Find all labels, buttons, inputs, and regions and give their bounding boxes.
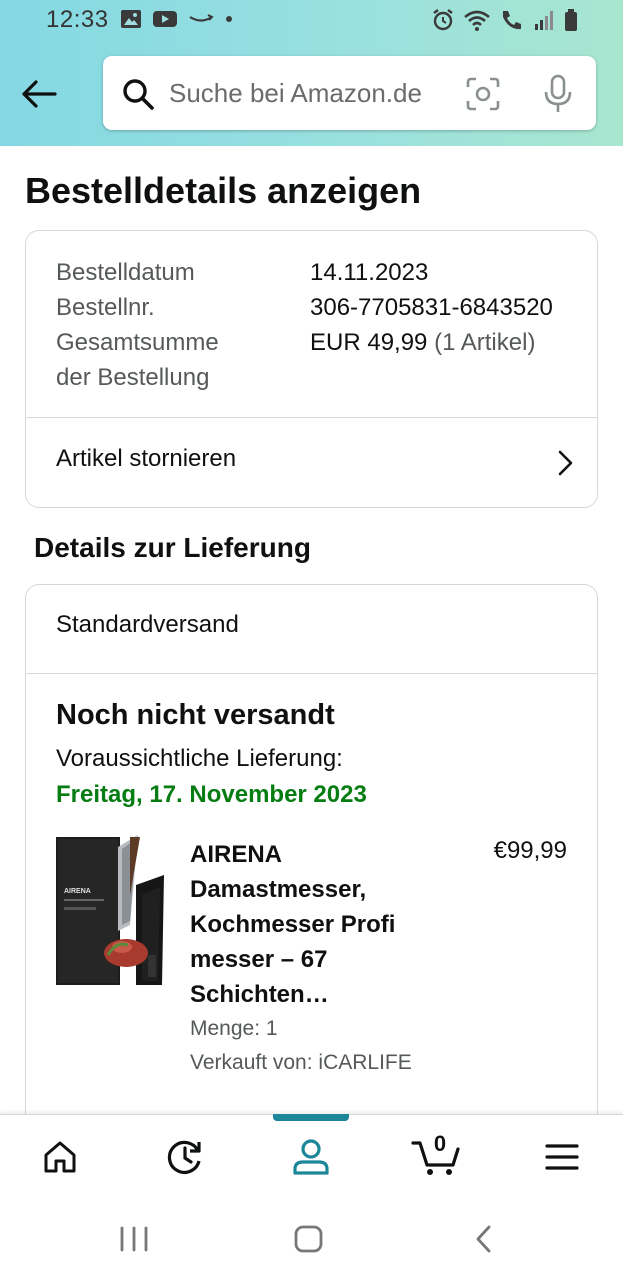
battery-icon — [565, 9, 577, 31]
chevron-left-icon — [476, 1225, 491, 1253]
back-button[interactable] — [18, 74, 60, 114]
page-title: Bestelldetails anzeigen — [25, 170, 422, 211]
history-icon — [167, 1140, 201, 1174]
search-bar[interactable] — [103, 56, 596, 130]
product-title-link[interactable]: AIRENA Damastmesser, Kochmesser Profi me… — [190, 837, 440, 1012]
eta-label: Voraussichtliche Lieferung: — [56, 745, 343, 772]
system-navigation-bar — [0, 1198, 623, 1280]
order-total-row: Gesamtsumme der Bestellung EUR 49,99 (1 … — [56, 325, 535, 395]
eta-date: Freitag, 17. November 2023 — [56, 781, 367, 808]
alarm-icon — [433, 9, 453, 31]
product-price: €99,99 — [493, 837, 567, 864]
search-icon — [123, 79, 154, 110]
delivery-section-title: Details zur Lieferung — [34, 532, 311, 563]
signal-icon — [535, 11, 553, 30]
divider — [26, 417, 597, 418]
nav-menu[interactable] — [512, 1115, 612, 1199]
youtube-icon — [153, 11, 177, 27]
order-date-label: Bestelldatum — [56, 259, 195, 286]
shipping-method: Standardversand — [56, 611, 239, 638]
amazon-smile-icon — [189, 14, 214, 22]
home-square-icon — [294, 1225, 323, 1253]
thumb-brand: AIRENA — [64, 888, 91, 895]
nav-home[interactable] — [10, 1115, 110, 1199]
camera-scan-icon — [466, 77, 500, 111]
status-bar: 12:33 — [0, 0, 623, 44]
cancel-items-label: Artikel stornieren — [56, 445, 237, 472]
camera-search-button[interactable] — [465, 76, 501, 117]
wifi-icon — [464, 10, 490, 31]
product-quantity: Menge: 1 — [190, 1017, 278, 1040]
divider — [26, 673, 597, 674]
shipment-status: Noch nicht versandt — [56, 699, 335, 731]
status-system-icons — [431, 8, 579, 32]
gallery-icon — [121, 10, 141, 28]
order-total-items: (1 Artikel) — [434, 329, 536, 356]
home-icon — [44, 1141, 76, 1173]
account-icon — [293, 1139, 329, 1175]
knife-product-image: AIRENA — [56, 835, 164, 985]
order-date-value: 14.11.2023 — [310, 259, 429, 286]
product-seller: Verkauft von: iCARLIFE — [190, 1051, 412, 1074]
order-total-label-line2: der Bestellung — [56, 364, 210, 391]
order-total-label-line1: Gesamtsumme — [56, 329, 219, 356]
back-system-button[interactable] — [472, 1222, 494, 1261]
order-number-value: 306-7705831-6843520 — [310, 294, 553, 321]
delivery-card: Standardversand Noch nicht versandt Vora… — [25, 584, 598, 1144]
home-system-button[interactable] — [292, 1222, 326, 1261]
status-notification-icons — [120, 9, 234, 29]
arrow-left-icon — [22, 80, 57, 108]
recent-apps-icon — [120, 1226, 148, 1252]
nav-account[interactable] — [261, 1115, 361, 1199]
nav-cart[interactable] — [386, 1115, 486, 1199]
order-summary-card: Bestelldatum 14.11.2023 Bestellnr. 306-7… — [25, 230, 598, 508]
status-time: 12:33 — [46, 6, 109, 33]
menu-icon — [545, 1144, 579, 1170]
bottom-navigation: 0 — [0, 1114, 623, 1198]
wifi-call-icon — [503, 11, 521, 30]
dot-icon — [226, 16, 232, 22]
voice-search-button[interactable] — [543, 74, 573, 119]
chevron-right-icon — [558, 450, 573, 476]
search-input[interactable] — [169, 74, 449, 112]
cart-count-badge: 0 — [433, 1131, 447, 1156]
order-total-label: Gesamtsumme der Bestellung — [56, 325, 219, 395]
product-image[interactable]: AIRENA — [56, 835, 168, 991]
microphone-icon — [544, 74, 572, 112]
order-date-row: Bestelldatum 14.11.2023 — [56, 255, 428, 290]
order-number-label: Bestellnr. — [56, 294, 155, 321]
cancel-items-row[interactable]: Artikel stornieren — [26, 419, 597, 507]
recent-apps-button[interactable] — [118, 1222, 150, 1261]
order-total-value-wrap: EUR 49,99 (1 Artikel) — [310, 325, 535, 360]
order-total-value: EUR 49,99 — [310, 329, 428, 356]
order-number-row: Bestellnr. 306-7705831-6843520 — [56, 290, 553, 325]
nav-history[interactable] — [135, 1115, 235, 1199]
